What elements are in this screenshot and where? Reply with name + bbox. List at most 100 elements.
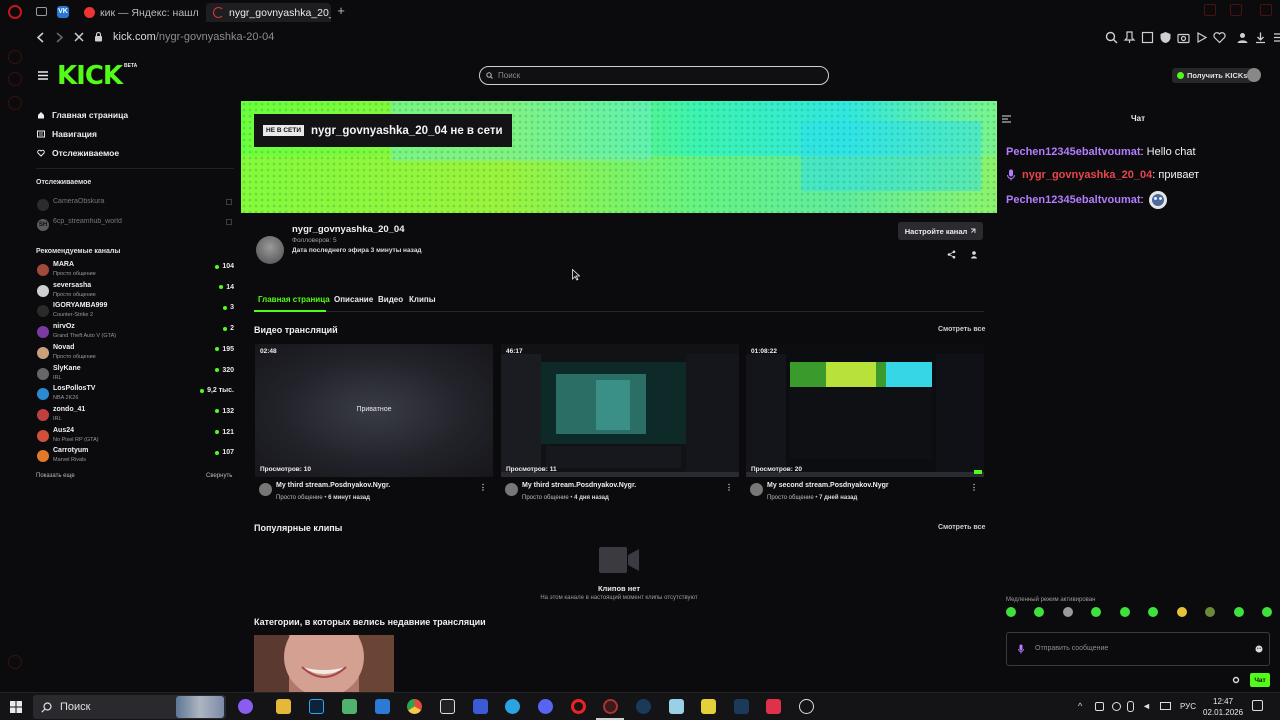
tray-icon[interactable] — [1095, 702, 1104, 711]
recommended-channel[interactable]: SlyKane IRL 320 — [36, 365, 234, 385]
heart-icon[interactable] — [1213, 31, 1226, 44]
more-options-icon[interactable]: ⋮ — [479, 483, 487, 492]
nav-browse[interactable]: Навигация — [37, 129, 97, 139]
more-options-icon[interactable]: ⋮ — [725, 483, 733, 492]
opera-gx-icon[interactable] — [603, 699, 618, 714]
vk-icon[interactable]: VK — [57, 6, 69, 18]
alien-widget-icon[interactable] — [176, 696, 224, 718]
microphone-icon[interactable] — [1018, 644, 1024, 654]
taskbar-clock[interactable]: 12:47 02.01.2026 — [1203, 696, 1243, 718]
back-icon[interactable] — [36, 32, 46, 43]
tab-about[interactable]: Описание — [334, 295, 373, 304]
telegram-icon[interactable] — [505, 699, 520, 714]
play-icon[interactable] — [1195, 31, 1208, 44]
more-options-icon[interactable]: ⋮ — [970, 483, 978, 492]
tab-overview-icon[interactable] — [36, 7, 47, 16]
zoom-icon[interactable] — [1105, 31, 1118, 44]
hamburger-menu-icon[interactable] — [38, 71, 48, 80]
browser-tab[interactable]: кик — Яндекс: нашлось 8 — [77, 3, 198, 22]
taskbar-app-icon[interactable] — [238, 699, 253, 714]
emote-icon[interactable] — [1034, 607, 1045, 617]
video-card[interactable]: 01:08:22 Просмотров: 20 My second stream… — [746, 344, 984, 506]
minimize-button[interactable] — [1204, 4, 1216, 16]
emote-icon[interactable] — [1176, 607, 1187, 617]
epic-games-icon[interactable] — [440, 699, 455, 714]
browser-tab-active[interactable]: nygr_govnyashka_20_04 - — [206, 3, 331, 22]
pin-icon[interactable] — [1123, 31, 1136, 44]
new-tab-button[interactable]: + — [334, 4, 348, 18]
windows-start-icon[interactable] — [10, 701, 22, 713]
profile-icon[interactable] — [1236, 31, 1249, 44]
chat-message-input[interactable]: Отправить сообщение — [1006, 632, 1270, 666]
opera-icon[interactable] — [571, 699, 586, 714]
kick-logo[interactable]: KICK — [57, 62, 123, 90]
recommended-channel[interactable]: Carrotyum Marvel Rivals 107 — [36, 447, 234, 467]
user-avatar[interactable] — [1247, 68, 1261, 82]
video-card[interactable]: 46:17 Просмотров: 11 My third stream.Pos… — [501, 344, 739, 506]
video-category[interactable]: Просто общение — [276, 495, 323, 501]
nav-following[interactable]: Отслеживаемое — [37, 148, 119, 158]
add-friend-icon[interactable] — [970, 250, 979, 259]
taskbar-app-icon[interactable] — [701, 699, 716, 714]
category-card[interactable] — [254, 635, 394, 692]
search-input[interactable]: Поиск — [479, 66, 829, 85]
video-category[interactable]: Просто общение — [767, 495, 814, 501]
language-indicator[interactable]: РУС — [1180, 702, 1196, 711]
tab-videos[interactable]: Видео — [378, 295, 403, 304]
video-category[interactable]: Просто общение — [522, 495, 569, 501]
lock-icon[interactable] — [94, 31, 103, 42]
taskbar-app-icon[interactable] — [799, 699, 814, 714]
steam-icon[interactable] — [734, 699, 749, 714]
opera-logo-icon[interactable] — [8, 5, 22, 19]
chat-settings-icon[interactable] — [1232, 676, 1240, 684]
taskbar-app-icon[interactable] — [766, 699, 781, 714]
recommended-channel[interactable]: seversasha Просто общение 14 — [36, 282, 234, 302]
collapse-link[interactable]: Свернуть — [206, 473, 232, 479]
recommended-channel[interactable]: LosPollosTV NBA 2K26 9,2 тыс. — [36, 385, 234, 405]
videos-see-all-link[interactable]: Смотреть все — [938, 326, 985, 333]
sidebar-app-icon[interactable] — [8, 72, 22, 86]
video-thumbnail[interactable]: 01:08:22 Просмотров: 20 — [746, 344, 984, 477]
chat-username[interactable]: Pechen12345ebaltvoumat — [1006, 146, 1141, 158]
reload-icon[interactable] — [73, 31, 85, 43]
tray-chevron-icon[interactable]: ^ — [1078, 701, 1082, 711]
clips-see-all-link[interactable]: Смотреть все — [938, 524, 985, 531]
taskbar-app-icon[interactable] — [473, 699, 488, 714]
url-field[interactable]: kick.com/nygr-govnyashka-20-04 — [113, 31, 274, 43]
tab-clips[interactable]: Клипы — [409, 295, 436, 304]
following-item[interactable]: SH 6cp_streamhub_world — [36, 216, 234, 236]
recommended-channel[interactable]: zondo_41 IRL 132 — [36, 406, 234, 426]
snapshot-icon[interactable] — [1141, 31, 1154, 44]
get-kicks-button[interactable]: Получить KICKs — [1172, 68, 1253, 83]
sidebar-app-icon[interactable] — [8, 655, 22, 669]
close-window-button[interactable] — [1260, 4, 1272, 16]
recommended-channel[interactable]: Novad Просто общение 195 — [36, 344, 234, 364]
video-thumbnail[interactable]: 46:17 Просмотров: 11 — [501, 344, 739, 477]
emote-icon[interactable] — [1091, 607, 1102, 617]
chat-username[interactable]: nygr_govnyashka_20_04 — [1022, 169, 1152, 181]
steam-icon[interactable] — [636, 699, 651, 714]
chat-username[interactable]: Pechen12345ebaltvoumat — [1006, 194, 1141, 206]
channel-avatar[interactable] — [256, 236, 284, 264]
video-title[interactable]: My third stream.Posdnyakov.Nygr. — [276, 482, 390, 489]
video-title[interactable]: My second stream.Posdnyakov.Nygr — [767, 482, 889, 489]
forward-icon[interactable] — [54, 32, 64, 43]
store-icon[interactable] — [342, 699, 357, 714]
emote-icon[interactable] — [1119, 607, 1130, 617]
chrome-icon[interactable] — [407, 699, 422, 714]
emote-icon[interactable] — [1205, 607, 1216, 617]
mail-icon[interactable] — [375, 699, 390, 714]
share-icon[interactable] — [947, 250, 956, 259]
following-item[interactable]: CameraObskura — [36, 196, 234, 216]
recommended-channel[interactable]: Aus24 No Pixel RP (GTA) 121 — [36, 427, 234, 447]
tab-home[interactable]: Главная страница — [258, 295, 330, 304]
download-icon[interactable] — [1254, 31, 1267, 44]
sidebar-app-icon[interactable] — [8, 96, 22, 110]
maximize-button[interactable] — [1230, 4, 1242, 16]
emote-icon[interactable] — [1062, 607, 1073, 617]
show-more-link[interactable]: Показать еще — [36, 473, 75, 479]
volume-icon[interactable]: ◄ — [1142, 701, 1151, 711]
sidebar-app-icon[interactable] — [8, 50, 22, 64]
emote-icon[interactable] — [1261, 607, 1272, 617]
emote-icon[interactable] — [1233, 607, 1244, 617]
